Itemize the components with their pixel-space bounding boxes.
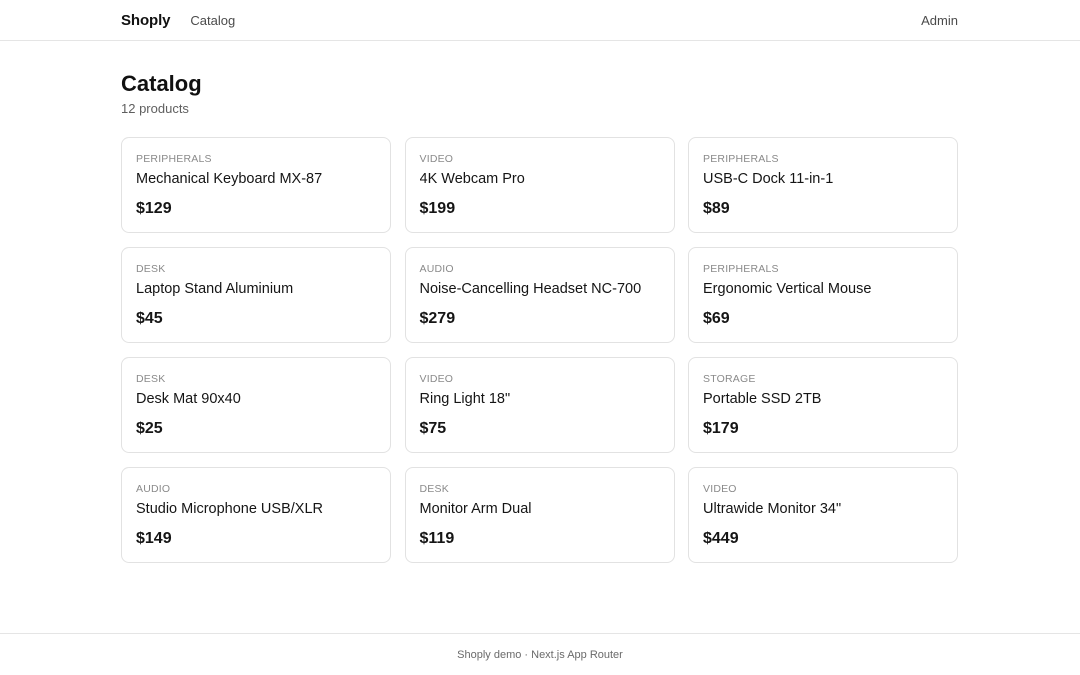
product-price: $119 (419, 530, 455, 547)
product-card[interactable]: PERIPHERALS Mechanical Keyboard MX-87 $1… (121, 137, 391, 233)
page-footer: Shoply demo · Next.js App Router (0, 633, 1080, 675)
top-navbar: Shoply Catalog Admin (0, 0, 1080, 41)
product-name: Laptop Stand Aluminium (136, 281, 294, 297)
product-category: AUDIO (419, 263, 454, 275)
product-name: Monitor Arm Dual (419, 501, 532, 517)
product-card[interactable]: STORAGE Portable SSD 2TB $179 (688, 357, 958, 453)
product-name: Mechanical Keyboard MX-87 (136, 171, 323, 187)
product-name: 4K Webcam Pro (419, 171, 525, 187)
product-price: $25 (136, 420, 163, 437)
product-category: STORAGE (703, 373, 756, 385)
product-name: USB-C Dock 11-in-1 (703, 171, 834, 187)
product-price: $449 (703, 530, 739, 547)
product-card[interactable]: PERIPHERALS USB-C Dock 11-in-1 $89 (688, 137, 958, 233)
product-category: DESK (136, 263, 166, 275)
product-name: Desk Mat 90x40 (136, 391, 241, 407)
product-price: $199 (419, 200, 456, 217)
product-price: $179 (703, 420, 739, 437)
page-title: Catalog (121, 71, 202, 96)
product-category: VIDEO (419, 373, 454, 385)
product-category: PERIPHERALS (136, 153, 212, 165)
product-category: PERIPHERALS (703, 263, 779, 275)
product-price: $129 (136, 200, 172, 217)
product-card[interactable]: VIDEO Ring Light 18" $75 (404, 357, 675, 453)
product-name: Noise-Cancelling Headset NC-700 (419, 281, 642, 297)
product-name: Portable SSD 2TB (703, 391, 822, 407)
product-category: VIDEO (419, 153, 454, 165)
nav-link-admin[interactable]: Admin (921, 13, 958, 28)
product-category: AUDIO (136, 483, 171, 495)
product-category: DESK (419, 483, 449, 495)
product-price: $45 (136, 310, 163, 327)
product-category: VIDEO (703, 483, 737, 495)
footer-text: Shoply demo · Next.js App Router (457, 648, 623, 661)
product-card[interactable]: VIDEO 4K Webcam Pro $199 (404, 137, 675, 233)
product-category: PERIPHERALS (703, 153, 779, 165)
product-name: Ring Light 18" (419, 391, 511, 407)
navbar-container: Shoply Catalog Admin (121, 0, 958, 40)
product-card[interactable]: DESK Laptop Stand Aluminium $45 (121, 247, 391, 343)
product-name: Ergonomic Vertical Mouse (703, 281, 872, 297)
product-card[interactable]: DESK Desk Mat 90x40 $25 (121, 357, 391, 453)
product-price: $149 (136, 530, 172, 547)
product-card[interactable]: VIDEO Ultrawide Monitor 34" $449 (688, 467, 958, 563)
product-price: $89 (703, 200, 730, 217)
product-category: DESK (136, 373, 166, 385)
product-card[interactable]: AUDIO Noise-Cancelling Headset NC-700 $2… (404, 247, 675, 343)
main-content: Catalog 12 products PERIPHERALS Mechanic… (121, 71, 958, 563)
product-card[interactable]: AUDIO Studio Microphone USB/XLR $149 (121, 467, 391, 563)
product-grid: PERIPHERALS Mechanical Keyboard MX-87 $1… (121, 137, 958, 563)
product-price: $69 (703, 310, 730, 327)
product-name: Studio Microphone USB/XLR (136, 501, 323, 517)
product-card[interactable]: PERIPHERALS Ergonomic Vertical Mouse $69 (688, 247, 958, 343)
product-count: 12 products (121, 101, 189, 116)
product-name: Ultrawide Monitor 34" (703, 501, 842, 517)
brand-logo-link[interactable]: Shoply (121, 12, 171, 29)
product-card[interactable]: DESK Monitor Arm Dual $119 (404, 467, 675, 563)
product-price: $279 (419, 310, 456, 327)
product-price: $75 (419, 420, 447, 437)
nav-link-catalog[interactable]: Catalog (190, 13, 235, 28)
